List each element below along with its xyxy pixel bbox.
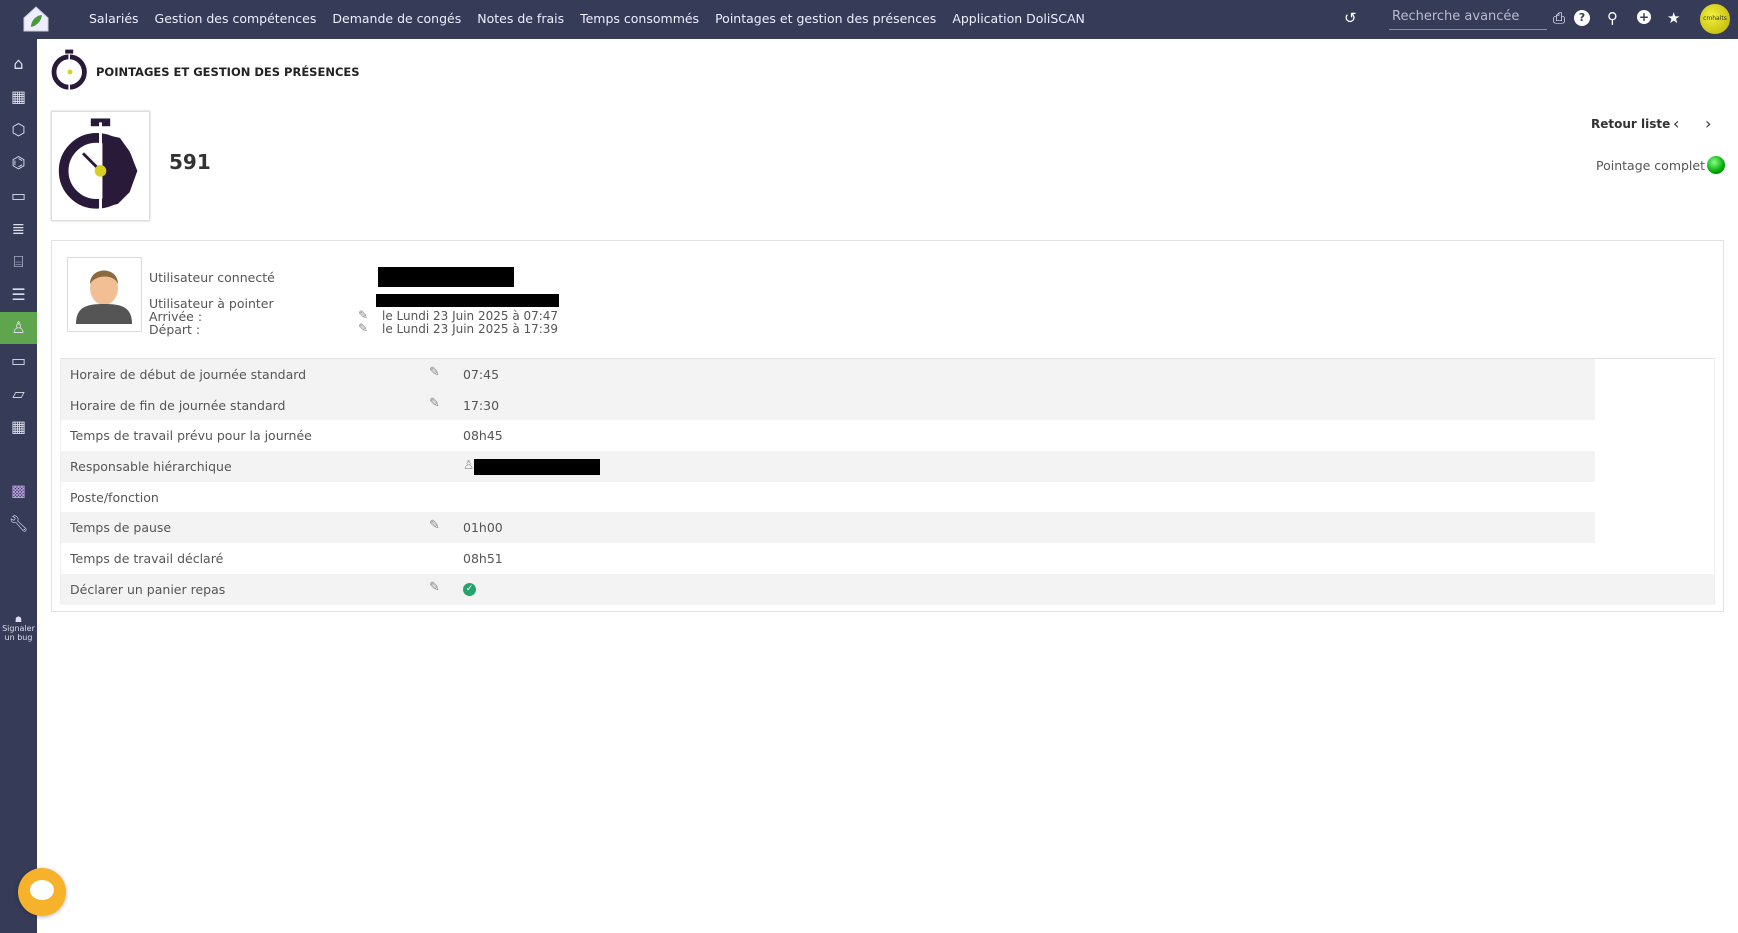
folder-icon[interactable]: ▱ <box>0 378 37 410</box>
report-bug-link[interactable]: ☗ Signaler un bug <box>0 615 37 642</box>
check-yes-icon: ✓ <box>463 582 476 596</box>
field-label: Temps de travail prévu pour la journée <box>70 428 312 444</box>
table-row: Horaire de début de journée standard ✎ 07:… <box>61 359 1714 390</box>
field-label: Déclarer un panier repas <box>70 581 226 597</box>
menu-temps-consommes[interactable]: Temps consommés <box>580 11 699 26</box>
field-label: Poste/fonction <box>70 489 159 505</box>
table-row: Responsable hiérarchique ♙ <box>61 451 1714 482</box>
table-row: Déclarer un panier repas ✎ ✓ <box>61 573 1714 605</box>
menu-conges[interactable]: Demande de congés <box>332 11 461 26</box>
record-ref: 591 <box>169 150 211 174</box>
user-avatar[interactable]: cmhalts <box>1700 4 1730 34</box>
print-icon[interactable]: ⎙ <box>1553 9 1565 27</box>
previous-record-arrow[interactable]: ‹ <box>1673 114 1679 133</box>
help-icon[interactable]: ? <box>1574 10 1590 26</box>
table-row: Temps de pause ✎ 01h00 <box>61 512 1714 544</box>
org-chart-icon[interactable]: ⌬ <box>0 147 37 179</box>
top-bar: Salariés Gestion des compétences Demande… <box>0 0 1738 39</box>
table-row: Temps de travail prévu pour la journée 08… <box>61 420 1714 451</box>
user-icon: ♙ <box>463 457 475 473</box>
edit-pencil-icon[interactable]: ✎ <box>429 396 440 411</box>
field-label: Horaire de fin de journée standard <box>70 397 286 413</box>
menu-pointages[interactable]: Pointages et gestion des présences <box>715 11 936 26</box>
status-complete-icon <box>1707 156 1725 174</box>
product-box-icon[interactable]: ⬡ <box>0 114 37 146</box>
menu-doliscan[interactable]: Application DoliSCAN <box>952 11 1085 26</box>
edit-pencil-icon[interactable]: ✎ <box>429 365 440 380</box>
menu-notes-frais[interactable]: Notes de frais <box>477 11 564 26</box>
menu-competences[interactable]: Gestion des compétences <box>155 11 317 26</box>
home-icon[interactable]: ⌂ <box>0 48 37 80</box>
manager-redacted[interactable] <box>474 459 600 476</box>
edit-pencil-icon[interactable]: ✎ <box>429 580 440 595</box>
arrival-value: le Lundi 23 Juin 2025 à 07:47 <box>382 309 559 323</box>
field-value: 08h45 <box>463 428 503 444</box>
departure-label: Départ : <box>149 322 201 337</box>
search-icon[interactable]: ⚲ <box>1607 9 1618 27</box>
field-value: 01h00 <box>463 520 503 536</box>
search-input[interactable]: Recherche avancée <box>1389 8 1547 30</box>
field-label: Responsable hiérarchique <box>70 459 232 475</box>
bug-icon: ☗ <box>14 615 23 624</box>
chat-button[interactable] <box>18 868 66 916</box>
fields-table: Horaire de début de journée standard ✎ 07:… <box>60 358 1715 605</box>
field-value: 17:30 <box>463 397 500 413</box>
hrm-user-icon[interactable]: ♙ <box>0 312 37 344</box>
building-icon[interactable]: ▦ <box>0 81 37 113</box>
report-bug-label: Signaler un bug <box>2 624 35 642</box>
planning-icon[interactable]: ▩ <box>0 475 37 507</box>
coins-icon[interactable]: ≣ <box>0 213 37 245</box>
table-row: Poste/fonction <box>61 482 1714 513</box>
connected-user-label: Utilisateur connecté <box>149 270 275 285</box>
bank-icon[interactable]: ⌸ <box>0 246 37 278</box>
bookmark-star-icon[interactable]: ★ <box>1667 9 1680 27</box>
back-to-list-link[interactable]: Retour liste <box>1591 117 1670 131</box>
field-value: 08h51 <box>463 551 503 567</box>
add-icon[interactable]: + <box>1637 10 1651 24</box>
invoice-icon[interactable]: ☰ <box>0 279 37 311</box>
left-sidebar: ⌂ ▦ ⬡ ⌬ ▭ ≣ ⌸ ☰ ♙ ▭ ▱ ▦ ▩ 🔧︎ ☗ Signaler u… <box>0 39 37 933</box>
module-logo-icon <box>51 49 87 90</box>
menu-salaries[interactable]: Salariés <box>89 11 139 26</box>
briefcase-icon[interactable]: ▭ <box>0 180 37 212</box>
status-label: Pointage complet <box>1596 158 1705 173</box>
field-label: Temps de travail déclaré <box>70 551 224 567</box>
table-row: Temps de travail déclaré 08h51 <box>61 543 1714 574</box>
user-to-clock-redacted <box>376 294 559 307</box>
tools-wrench-icon[interactable]: 🔧︎ <box>0 508 37 540</box>
home-logo[interactable] <box>22 5 50 33</box>
field-label: Horaire de début de journée standard <box>70 367 307 382</box>
record-logo <box>51 111 150 221</box>
page-title: POINTAGES ET GESTION DES PRÉSENCES <box>96 65 360 79</box>
edit-arrival-pencil-icon[interactable]: ✎ <box>358 308 368 322</box>
connected-user-redacted <box>378 267 514 287</box>
table-row: Horaire de fin de journée standard ✎ 17:30 <box>61 389 1714 421</box>
field-value: 07:45 <box>463 367 500 382</box>
edit-pencil-icon[interactable]: ✎ <box>429 518 440 533</box>
next-record-arrow[interactable]: › <box>1705 114 1711 133</box>
ticket-icon[interactable]: ▭ <box>0 345 37 377</box>
field-label: Temps de pause <box>70 520 172 536</box>
edit-departure-pencil-icon[interactable]: ✎ <box>358 321 368 335</box>
history-icon[interactable]: ↺ <box>1344 9 1357 27</box>
stopwatch-gear-icon <box>58 118 138 214</box>
calendar-icon[interactable]: ▦ <box>0 411 37 443</box>
user-photo <box>67 257 142 332</box>
departure-value: le Lundi 23 Juin 2025 à 17:39 <box>382 322 559 336</box>
